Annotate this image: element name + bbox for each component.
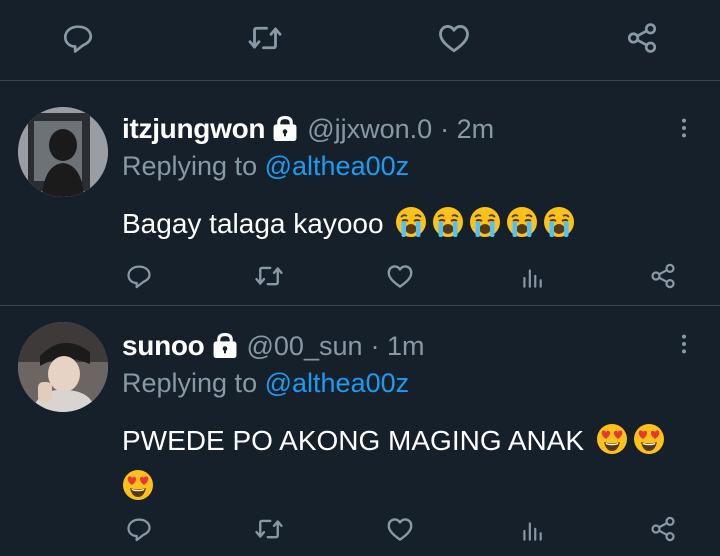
timestamp[interactable]: · 2m [440,114,494,145]
lock-icon [271,116,299,142]
retweet-icon[interactable] [252,512,286,546]
like-icon[interactable] [383,512,417,546]
crying-emoji-icon [543,206,576,238]
retweet-icon[interactable] [252,259,286,293]
display-name[interactable]: itzjungwon [122,113,265,145]
avatar[interactable] [18,107,108,197]
mention-link[interactable]: @althea00z [265,368,410,398]
mention-link[interactable]: @althea00z [265,151,410,181]
heart-eyes-emoji-icon [596,424,627,454]
tweet-header: sunoo @00_sun · 1m [122,326,425,366]
tweet-text: Bagay talaga kayooo [122,201,682,247]
like-icon[interactable] [434,18,474,58]
heart-eyes-emoji-icon [123,470,153,500]
reply-icon[interactable] [122,259,156,293]
lock-icon [211,333,239,359]
replying-to: Replying to @althea00z [122,151,409,187]
replying-to: Replying to @althea00z [122,368,409,404]
emoji-group [395,206,580,239]
tweet-text-content: Bagay talaga kayooo [122,208,384,239]
user-handle[interactable]: @jjxwon.0 [307,114,432,145]
reply-tweet[interactable]: itzjungwon @jjxwon.0 · 2m Replying to @a… [0,81,720,305]
timestamp[interactable]: · 1m [371,331,425,362]
reply-icon[interactable] [58,18,98,58]
analytics-icon[interactable] [515,261,549,295]
tweet-text-content: PWEDE PO AKONG MAGING ANAK [122,425,585,456]
tweet-header: itzjungwon @jjxwon.0 · 2m [122,109,494,149]
crying-emoji-icon [506,206,539,238]
share-icon[interactable] [622,18,662,58]
replying-prefix: Replying to [122,368,258,398]
user-handle[interactable]: @00_sun [247,331,363,362]
like-icon[interactable] [383,259,417,293]
parent-tweet-actions [0,0,720,80]
replying-prefix: Replying to [122,151,258,181]
analytics-icon[interactable] [515,514,549,548]
share-icon[interactable] [646,512,680,546]
avatar[interactable] [18,322,108,412]
crying-emoji-icon [432,206,465,238]
more-options-icon[interactable] [672,113,696,143]
tweet-text: PWEDE PO AKONG MAGING ANAK [122,418,682,510]
display-name[interactable]: sunoo [122,330,205,362]
more-options-icon[interactable] [672,329,696,359]
crying-emoji-icon [469,206,502,238]
reply-tweet[interactable]: sunoo @00_sun · 1m Replying to @althea00… [0,306,720,556]
share-icon[interactable] [646,259,680,293]
reply-icon[interactable] [122,512,156,546]
crying-emoji-icon [395,206,428,238]
heart-eyes-emoji-icon [633,424,664,454]
retweet-icon[interactable] [245,18,285,58]
